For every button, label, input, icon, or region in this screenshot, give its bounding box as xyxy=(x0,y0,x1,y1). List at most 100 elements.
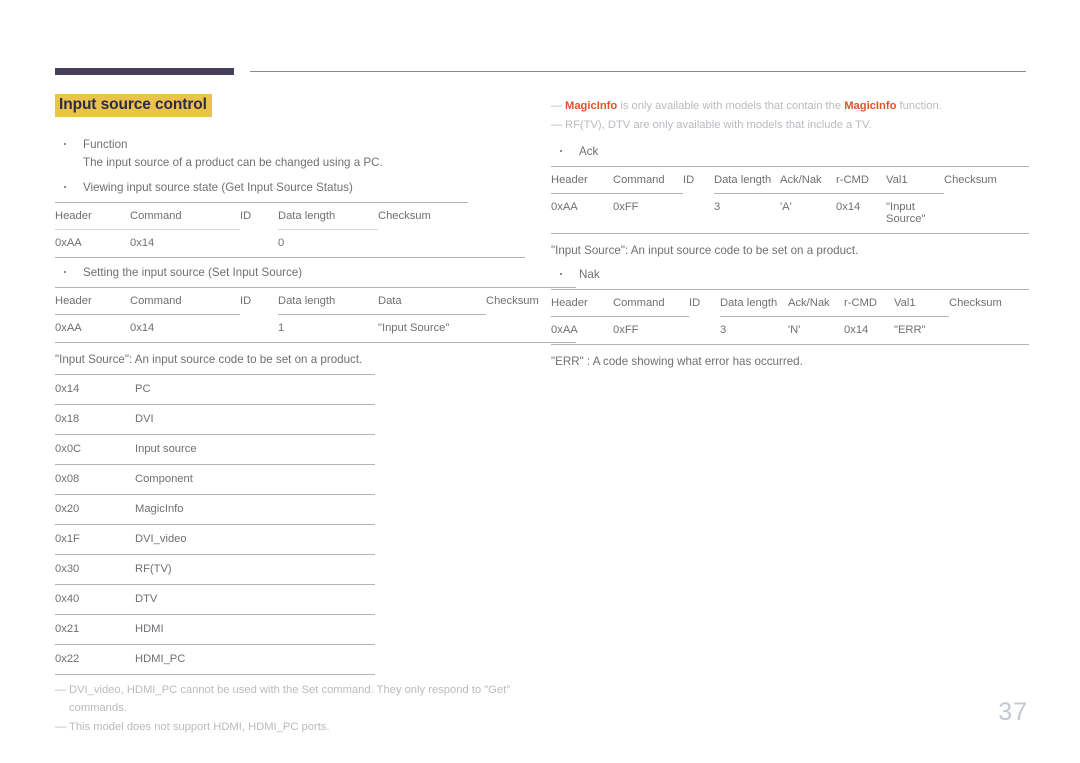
ack-caption: "Input Source": An input source code to … xyxy=(551,244,859,258)
col-header-r-cmd: r-CMD xyxy=(836,166,886,194)
cell-checksum xyxy=(944,194,1029,234)
cell-name: DVI_video xyxy=(135,524,375,555)
cell-command: 0xFF xyxy=(613,193,683,234)
col-header-header: Header xyxy=(55,286,130,315)
cell-command: 0x14 xyxy=(130,228,240,257)
note-text: DVI_video, HDMI_PC cannot be used with t… xyxy=(69,684,511,715)
cell-header: 0xAA xyxy=(551,193,613,234)
table-row: 0x22 HDMI_PC xyxy=(55,644,375,676)
col-header-id: ID xyxy=(689,288,720,317)
cell-id xyxy=(240,229,278,257)
cell-command: 0x14 xyxy=(130,313,240,343)
nak-table: Header Command ID Data length Ack/Nak r-… xyxy=(551,288,1029,345)
bullet-dot-icon xyxy=(64,270,66,273)
input-source-caption: "Input Source": An input source code to … xyxy=(55,352,363,366)
cell-name: PC xyxy=(135,374,375,405)
cell-id xyxy=(689,316,720,344)
cell-code: 0x18 xyxy=(55,404,135,435)
cell-code: 0x30 xyxy=(55,554,135,585)
col-header-data: Data xyxy=(378,286,486,315)
page-title: Input source control xyxy=(55,94,212,117)
cell-header: 0xAA xyxy=(551,315,613,345)
cell-ack-nak: 'A' xyxy=(780,193,836,234)
col-header-checksum: Checksum xyxy=(378,201,468,230)
table-header-row: Header Command ID Data length Checksum xyxy=(55,201,468,230)
note-highlight-magicinfo: MagicInfo xyxy=(844,100,897,112)
cell-name: DVI xyxy=(135,404,375,435)
bullet-get-input-source-status: Viewing input source state (Get Input So… xyxy=(55,179,525,197)
cell-name: MagicInfo xyxy=(135,494,375,525)
cell-code: 0x1F xyxy=(55,524,135,555)
cell-name: RF(TV) xyxy=(135,554,375,585)
table-row: 0x14 PC xyxy=(55,374,375,405)
cell-id xyxy=(240,314,278,342)
col-header-ack-nak: Ack/Nak xyxy=(780,166,836,194)
bullet-detail: The input source of a product can be cha… xyxy=(83,155,383,169)
cell-data-length: 3 xyxy=(720,315,788,345)
bullet-dot-icon xyxy=(64,142,66,145)
cell-code: 0x0C xyxy=(55,434,135,465)
note-dash-icon: — xyxy=(551,119,563,132)
col-header-r-cmd: r-CMD xyxy=(844,288,894,317)
bullet-dot-icon xyxy=(64,185,66,188)
note-text-mid: is only available with models that conta… xyxy=(617,100,845,112)
left-notes: — DVI_video, HDMI_PC cannot be used with… xyxy=(55,681,525,736)
cell-val1: "Input Source" xyxy=(886,193,944,234)
header-rule xyxy=(250,71,1026,72)
cell-r-cmd: 0x14 xyxy=(836,193,886,234)
col-header-command: Command xyxy=(130,286,240,315)
col-header-header: Header xyxy=(551,166,613,194)
note-highlight-magicinfo: MagicInfo xyxy=(565,100,618,112)
col-header-command: Command xyxy=(613,166,683,194)
bullet-nak: Nak xyxy=(551,266,1029,284)
cell-command: 0xFF xyxy=(613,315,689,345)
bullet-label: Setting the input source (Set Input Sour… xyxy=(83,265,303,279)
col-header-data-length: Data length xyxy=(720,288,788,317)
table-header-row: Header Command ID Data length Data Check… xyxy=(55,286,576,315)
col-header-header: Header xyxy=(551,288,613,317)
cell-data-length: 1 xyxy=(278,313,378,343)
cell-name: Component xyxy=(135,464,375,495)
cell-ack-nak: 'N' xyxy=(788,315,844,345)
set-input-source-table-wrap: Header Command ID Data length Data Check… xyxy=(55,286,576,343)
bullet-ack: Ack xyxy=(551,143,1029,161)
set-input-source-table: Header Command ID Data length Data Check… xyxy=(55,286,576,343)
col-header-data-length: Data length xyxy=(714,166,780,194)
bullet-function: Function The input source of a product c… xyxy=(55,136,525,172)
input-source-code-table: 0x14 PC 0x18 DVI 0x0C Input source 0x08 … xyxy=(55,374,375,676)
cell-name: Input source xyxy=(135,434,375,465)
ack-table: Header Command ID Data length Ack/Nak r-… xyxy=(551,166,1029,235)
table-row: 0x21 HDMI xyxy=(55,614,375,645)
ack-table-wrap: Header Command ID Data length Ack/Nak r-… xyxy=(551,166,1029,235)
col-header-header: Header xyxy=(55,201,130,230)
table-row: 0xAA 0xFF 3 'N' 0x14 "ERR" xyxy=(551,315,1029,345)
col-header-checksum: Checksum xyxy=(944,166,1029,194)
col-header-val1: Val1 xyxy=(886,166,944,194)
cell-code: 0x14 xyxy=(55,374,135,405)
col-header-data-length: Data length xyxy=(278,286,378,315)
table-row: 0xAA 0xFF 3 'A' 0x14 "Input Source" xyxy=(551,193,1029,234)
col-header-val1: Val1 xyxy=(894,288,949,317)
bullet-label: Function xyxy=(83,137,128,151)
cell-val1: "ERR" xyxy=(894,315,949,345)
cell-r-cmd: 0x14 xyxy=(844,315,894,345)
cell-data-length: 0 xyxy=(278,228,378,257)
table-row: 0xAA 0x14 0 xyxy=(55,228,468,257)
cell-code: 0x21 xyxy=(55,614,135,645)
table-row: 0x08 Component xyxy=(55,464,375,495)
col-header-command: Command xyxy=(130,201,240,230)
table-header-row: Header Command ID Data length Ack/Nak r-… xyxy=(551,166,1029,194)
table-row: 0x20 MagicInfo xyxy=(55,494,375,525)
bullet-label: Ack xyxy=(579,145,599,159)
col-header-data-length: Data length xyxy=(278,201,378,230)
cell-name: HDMI xyxy=(135,614,375,645)
note-magicinfo-availability: — MagicInfo is only available with model… xyxy=(551,97,1029,115)
cell-checksum xyxy=(378,229,468,257)
bullet-set-input-source: Setting the input source (Set Input Sour… xyxy=(55,256,525,282)
header-accent-bar xyxy=(55,68,234,75)
cell-code: 0x22 xyxy=(55,644,135,676)
get-input-source-table: Header Command ID Data length Checksum 0… xyxy=(55,201,468,257)
cell-code: 0x40 xyxy=(55,584,135,615)
table-row: 0x30 RF(TV) xyxy=(55,554,375,585)
col-header-checksum: Checksum xyxy=(949,288,1029,317)
